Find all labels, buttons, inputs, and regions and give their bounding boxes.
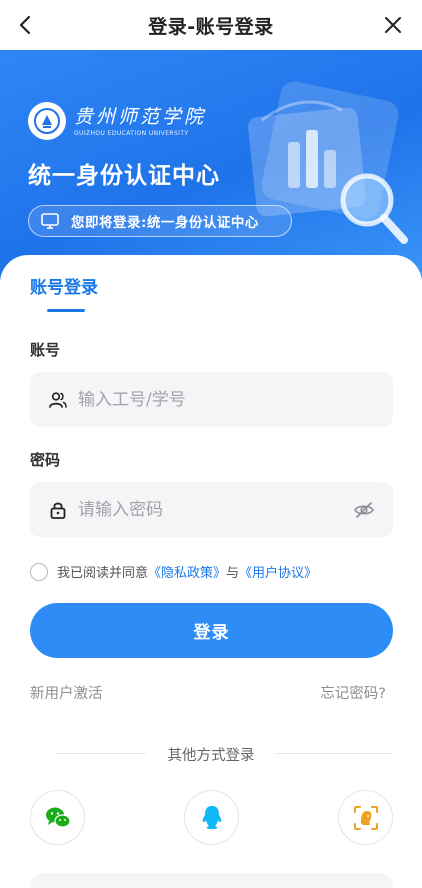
eye-off-icon[interactable]	[353, 499, 375, 521]
login-target-pill: 您即将登录:统一身份认证中心	[28, 205, 292, 237]
page-title: 登录-账号登录	[148, 15, 274, 38]
tab-indicator	[47, 309, 85, 312]
users-icon	[49, 391, 67, 408]
chevron-left-icon[interactable]	[14, 13, 38, 37]
login-target-text: 您即将登录:统一身份认证中心	[71, 215, 259, 231]
logo-chinese-name: 贵州师范学院	[74, 105, 207, 128]
nav-bar: 登录-账号登录	[0, 0, 422, 50]
hero-banner: 贵州师范学院 GUIZHOU EDUCATION UNIVERSITY 统一身份…	[0, 50, 422, 280]
agreement-checkbox[interactable]	[30, 562, 48, 581]
lock-icon	[50, 502, 66, 519]
close-icon[interactable]	[382, 14, 404, 36]
analytics-illustration	[248, 81, 408, 244]
account-field[interactable]	[30, 372, 393, 427]
monitor-icon	[41, 213, 59, 229]
bottom-panel	[30, 873, 393, 888]
face-id-icon	[353, 805, 378, 830]
activate-account-link[interactable]: 新用户激活	[30, 682, 103, 703]
user-agreement-link[interactable]: 《用户协议》	[239, 562, 317, 581]
face-login-button[interactable]	[338, 790, 393, 845]
forgot-password-link[interactable]: 忘记密码?	[320, 682, 386, 703]
wechat-login-button[interactable]	[30, 790, 85, 845]
privacy-policy-link[interactable]: 《隐私政策》	[148, 562, 226, 581]
tab-account-login[interactable]: 账号登录	[30, 273, 98, 298]
agreement-row: 我已阅读并同意 《隐私政策》 与 《用户协议》	[30, 562, 317, 581]
qq-login-button[interactable]	[184, 790, 239, 845]
emblem-icon	[28, 102, 66, 140]
agreement-prefix: 我已阅读并同意	[57, 566, 149, 581]
password-field[interactable]	[30, 482, 393, 537]
other-login-title: 其他方式登录	[167, 748, 255, 764]
wechat-icon	[45, 807, 71, 828]
password-label: 密码	[30, 451, 61, 469]
university-logo: 贵州师范学院 GUIZHOU EDUCATION UNIVERSITY	[28, 102, 206, 140]
password-input[interactable]	[78, 499, 328, 520]
divider-right	[276, 753, 393, 754]
qq-icon	[202, 805, 221, 829]
login-card: 账号登录 账号 密码 我已阅读并同意 《隐私政策》 与 《用户协议》 登录	[0, 255, 422, 888]
agreement-and: 与	[226, 566, 240, 581]
account-label: 账号	[30, 341, 61, 359]
account-input[interactable]	[78, 389, 328, 410]
banner-title: 统一身份认证中心	[28, 163, 220, 189]
logo-english-name: GUIZHOU EDUCATION UNIVERSITY	[74, 129, 189, 137]
login-button[interactable]: 登录	[30, 603, 393, 658]
